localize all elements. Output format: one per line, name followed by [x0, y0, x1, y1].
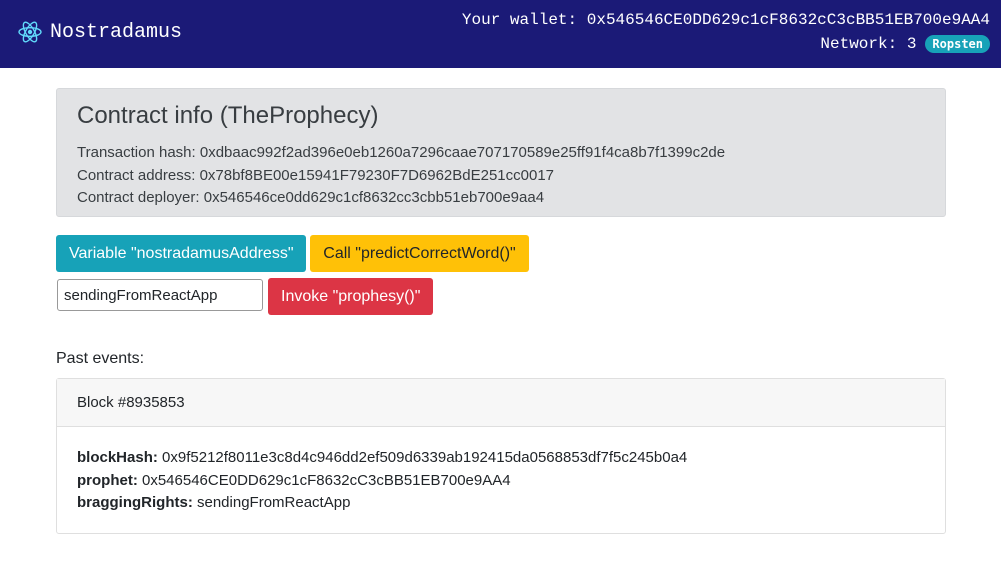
past-events-label: Past events: — [56, 350, 145, 367]
invoke-prophesy-button[interactable]: Invoke "prophesy()" — [268, 278, 433, 315]
variable-nostradamus-address-button[interactable]: Variable "nostradamusAddress" — [56, 235, 306, 272]
network-label: Network: — [820, 35, 898, 53]
bragging-rights-key: braggingRights: — [77, 494, 193, 511]
network-info: Network: 3 Ropsten — [820, 35, 990, 53]
contract-info-title: Contract info (TheProphecy) — [77, 102, 379, 129]
event-field-row: prophet: 0x546546CE0DD629c1cF8632cC3cBB5… — [77, 470, 925, 493]
contract-deployer-row: Contract deployer: 0x546546ce0dd629c1cf8… — [77, 187, 925, 210]
navbar: Nostradamus Your wallet: 0x546546CE0DD62… — [0, 0, 1001, 68]
brand-title: Nostradamus — [50, 20, 183, 44]
wallet-info: Your wallet: 0x546546CE0DD629c1cF8632cC3… — [462, 11, 990, 29]
event-field-row: blockHash: 0x9f5212f8011e3c8d4c946dd2ef5… — [77, 447, 925, 470]
contract-address-label: Contract address: — [77, 166, 196, 184]
react-atom-icon — [17, 19, 43, 45]
block-hash-value: 0x9f5212f8011e3c8d4c946dd2ef509d6339ab19… — [162, 449, 688, 466]
network-badge: Ropsten — [925, 35, 990, 53]
event-card-body: blockHash: 0x9f5212f8011e3c8d4c946dd2ef5… — [57, 427, 945, 535]
transaction-hash-row: Transaction hash: 0xdbaac992f2ad396e0eb1… — [77, 142, 925, 165]
brand-link[interactable]: Nostradamus — [17, 19, 182, 45]
prophet-value: 0x546546CE0DD629c1cF8632cC3cBB51EB700e9A… — [142, 471, 511, 489]
network-id: 3 — [906, 35, 917, 53]
wallet-label: Your wallet: — [461, 11, 578, 29]
event-card: Block #8935853 blockHash: 0x9f5212f8011e… — [56, 378, 946, 534]
transaction-hash-value: 0xdbaac992f2ad396e0eb1260a7296caae707170… — [199, 144, 726, 161]
bragging-rights-input[interactable] — [57, 279, 263, 311]
prophet-key: prophet: — [77, 471, 138, 489]
contract-address-value: 0x78bf8BE00e15941F79230F7D6962BdE251cc00… — [199, 166, 555, 184]
contract-deployer-label: Contract deployer: — [77, 189, 200, 206]
wallet-address: 0x546546CE0DD629c1cF8632cC3cBB51EB700e9A… — [586, 11, 990, 29]
contract-info-panel: Contract info (TheProphecy) Transaction … — [56, 88, 946, 217]
contract-deployer-value: 0x546546ce0dd629c1cf8632cc3cbb51eb700e9a… — [203, 189, 545, 206]
contract-address-row: Contract address: 0x78bf8BE00e15941F7923… — [77, 165, 925, 188]
event-card-header: Block #8935853 — [57, 379, 945, 427]
bragging-rights-value: sendingFromReactApp — [197, 494, 351, 511]
block-hash-key: blockHash: — [77, 449, 158, 466]
event-field-row: braggingRights: sendingFromReactApp — [77, 492, 925, 515]
call-predict-correct-word-button[interactable]: Call "predictCorrectWord()" — [310, 235, 529, 272]
transaction-hash-label: Transaction hash: — [77, 144, 196, 161]
